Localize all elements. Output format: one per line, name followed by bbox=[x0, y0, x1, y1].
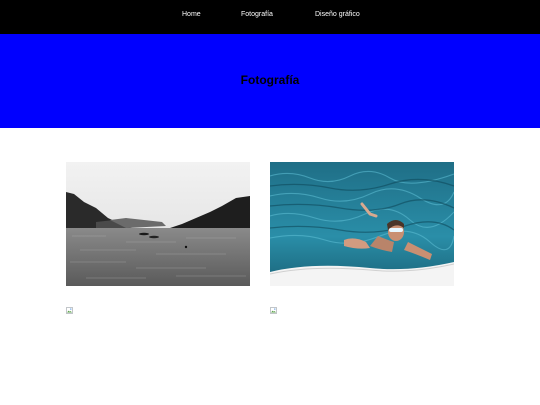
swimmer-in-sea-image bbox=[270, 162, 454, 286]
page-title: Fotografía bbox=[240, 73, 300, 87]
nav-link-fotografia[interactable]: Fotografía bbox=[241, 11, 273, 18]
photo-swimmer-in-sea[interactable] bbox=[270, 162, 454, 286]
photo-placeholder-4[interactable] bbox=[270, 307, 277, 314]
nav-link-home[interactable]: Home bbox=[182, 11, 201, 18]
broken-image-icon bbox=[66, 307, 73, 314]
photo-placeholder-3[interactable] bbox=[66, 307, 73, 314]
lake-landscape-image bbox=[66, 162, 250, 286]
top-navbar: Home Fotografía Diseño gráfico bbox=[0, 0, 540, 34]
photo-lake-landscape[interactable] bbox=[66, 162, 250, 286]
broken-image-icon bbox=[270, 307, 277, 314]
nav-link-diseno-grafico[interactable]: Diseño gráfico bbox=[315, 11, 360, 18]
hero-banner: Fotografía bbox=[0, 34, 540, 128]
